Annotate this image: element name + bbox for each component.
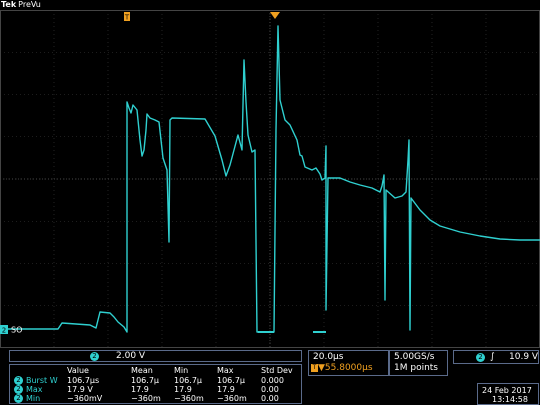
- measurement-mean: −360m: [131, 394, 161, 403]
- time-per-division: 20.0µs: [313, 352, 344, 362]
- trigger-level: 10.9 V: [509, 352, 539, 362]
- measurement-table[interactable]: Value Mean Min Max Std Dev 2 Burst W 106…: [9, 364, 302, 404]
- channel-sublabel: SO: [11, 326, 22, 335]
- measurement-std-dev: 0.00: [261, 394, 279, 403]
- measurement-max: −360m: [217, 394, 247, 403]
- trigger-channel-badge: 2: [476, 353, 485, 362]
- channel-badge: 2: [90, 352, 99, 361]
- measurement-name: Min: [26, 394, 41, 403]
- measurement-channel-badge: 2: [14, 376, 23, 385]
- datetime-readout: 24 Feb 2017 13:14:58: [477, 383, 539, 405]
- status-bar: Tek PreVu: [0, 0, 540, 10]
- channel-ground-marker[interactable]: 2 SO: [0, 325, 22, 335]
- horizontal-readout[interactable]: 20.0µs T ▼55.8000µs: [308, 350, 389, 376]
- trigger-position-marker[interactable]: T: [124, 12, 130, 22]
- horizontal-position-value: ▼55.8000µs: [318, 363, 373, 373]
- channel-scale-value: 2.00 V: [116, 351, 146, 361]
- measurement-min: −360m: [174, 394, 204, 403]
- measurement-channel-badge: 2: [14, 385, 23, 394]
- brand-label: Tek PreVu: [1, 0, 41, 10]
- measurement-header-row: Value Mean Min Max Std Dev: [10, 366, 301, 376]
- measurement-value: −360mV: [67, 394, 103, 403]
- header-std-dev: Std Dev: [261, 366, 293, 375]
- graticule: [0, 10, 540, 348]
- sample-rate: 5.00GS/s: [394, 352, 435, 362]
- channel-marker-label: 2: [2, 327, 6, 335]
- trigger-t-icon: T: [311, 363, 318, 372]
- trigger-readout[interactable]: 2 ∫ 10.9 V: [453, 350, 539, 364]
- waveform-display[interactable]: T 2 SO: [0, 10, 540, 348]
- channel-scale-readout[interactable]: 2 2.00 V: [9, 350, 302, 362]
- time-label: 13:14:58: [492, 395, 528, 404]
- trigger-marker-label: T: [124, 14, 130, 22]
- header-max: Max: [217, 366, 234, 375]
- header-value: Value: [67, 366, 89, 375]
- measurement-row[interactable]: 2 Min −360mV −360m −360m −360m 0.00: [10, 394, 301, 404]
- acquisition-mode: PreVu: [18, 0, 41, 9]
- horizontal-position-icon[interactable]: [270, 12, 280, 19]
- header-min: Min: [174, 366, 189, 375]
- date-label: 24 Feb 2017: [482, 386, 532, 395]
- acquisition-readout[interactable]: 5.00GS/s 1M points: [389, 350, 448, 376]
- measurement-channel-badge: 2: [14, 394, 23, 403]
- brand-name: Tek: [1, 0, 17, 9]
- horizontal-position: T ▼55.8000µs: [311, 363, 373, 373]
- header-mean: Mean: [131, 366, 153, 375]
- record-length: 1M points: [394, 363, 438, 373]
- trigger-slope-icon: ∫: [490, 352, 495, 362]
